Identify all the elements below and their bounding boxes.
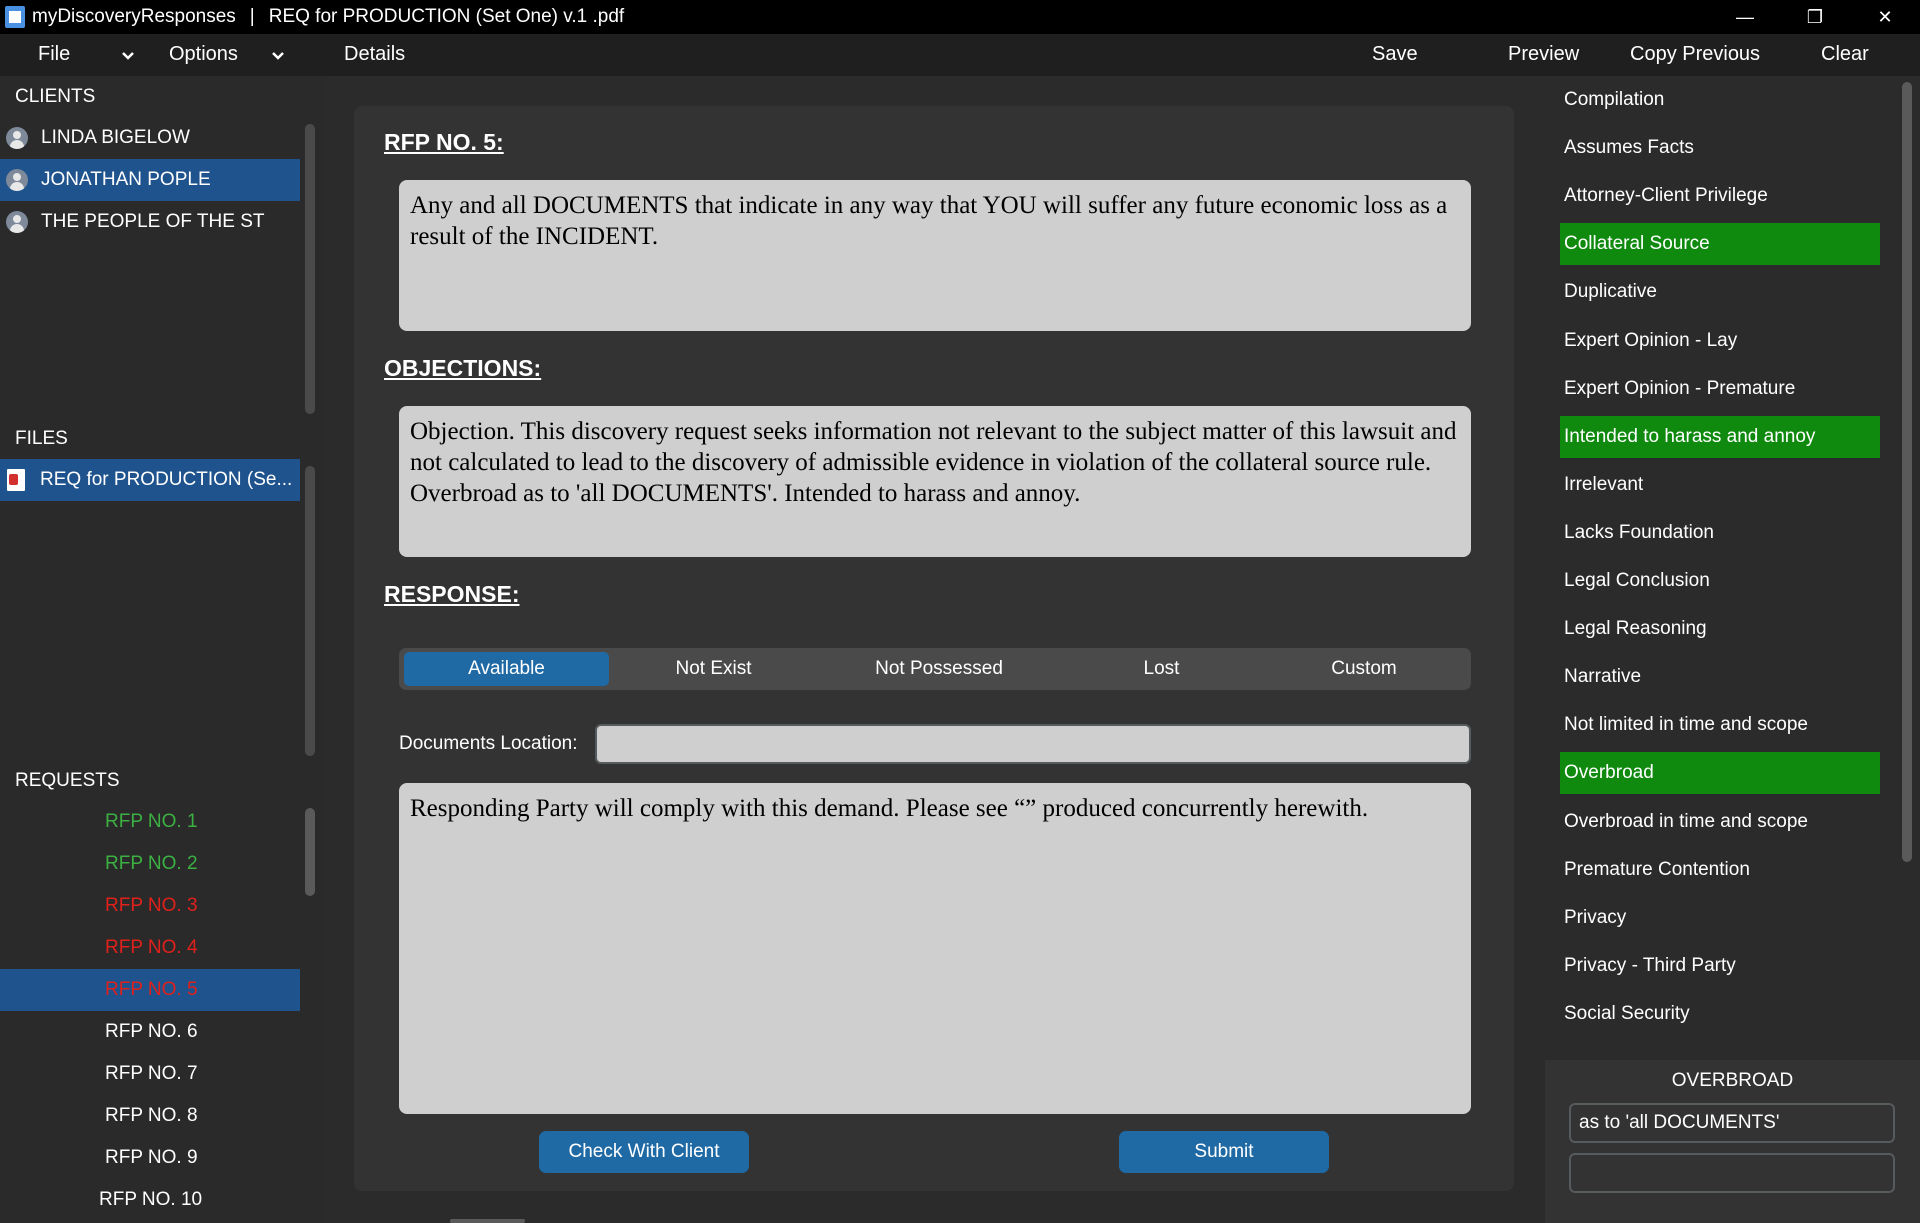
response-heading: RESPONSE:	[384, 581, 520, 607]
request-label: RFP NO. 2	[105, 853, 198, 874]
request-label: RFP NO. 9	[105, 1147, 198, 1168]
request-item[interactable]: RFP NO. 6	[0, 1011, 300, 1053]
response-type-selector: Available Not Exist Not Possessed Lost C…	[399, 648, 1471, 690]
objection-item[interactable]: Overbroad	[1560, 752, 1880, 795]
request-label: RFP NO. 3	[105, 895, 198, 916]
objection-item[interactable]: Privacy	[1560, 897, 1880, 939]
person-icon	[6, 211, 28, 233]
client-name: LINDA BIGELOW	[41, 127, 190, 148]
objection-item[interactable]: Premature Contention	[1560, 849, 1880, 891]
objection-item[interactable]: Privacy - Third Party	[1560, 945, 1880, 987]
request-label: RFP NO. 7	[105, 1063, 198, 1084]
person-icon	[6, 127, 28, 149]
objection-item[interactable]: Legal Conclusion	[1560, 560, 1880, 602]
client-item-selected[interactable]: JONATHAN POPLE	[0, 159, 300, 201]
objection-detail-input[interactable]: as to 'all DOCUMENTS'	[1569, 1103, 1895, 1143]
document-title: REQ for PRODUCTION (Set One) v.1 .pdf	[268, 6, 625, 27]
objection-item[interactable]: Expert Opinion - Premature	[1560, 368, 1880, 410]
request-item[interactable]: RFP NO. 9	[0, 1137, 300, 1179]
app-name: myDiscoveryResponses	[32, 6, 236, 27]
details-menu[interactable]: Details	[344, 43, 405, 66]
request-heading: RFP NO. 5:	[384, 129, 504, 155]
request-label: RFP NO. 8	[105, 1105, 198, 1126]
client-name: JONATHAN POPLE	[41, 169, 211, 190]
objections-scrollbar[interactable]	[1902, 82, 1912, 862]
request-item[interactable]: RFP NO. 1	[0, 801, 300, 843]
request-item[interactable]: RFP NO. 4	[0, 927, 300, 969]
app-icon	[5, 6, 25, 28]
objections-textbox[interactable]: Objection. This discovery request seeks …	[399, 406, 1471, 557]
response-option-lost[interactable]: Lost	[1064, 652, 1259, 686]
chevron-down-icon[interactable]	[268, 46, 288, 66]
check-with-client-button[interactable]: Check With Client	[539, 1131, 749, 1173]
save-button[interactable]: Save	[1372, 43, 1418, 66]
submit-button[interactable]: Submit	[1119, 1131, 1329, 1173]
title-bar: myDiscoveryResponses | REQ for PRODUCTIO…	[0, 0, 1920, 34]
objection-item[interactable]: Legal Reasoning	[1560, 608, 1880, 650]
client-name: THE PEOPLE OF THE ST	[41, 211, 265, 232]
response-textbox[interactable]: Responding Party will comply with this d…	[399, 783, 1471, 1114]
request-item[interactable]: RFP NO. 3	[0, 885, 300, 927]
file-item[interactable]: REQ for PRODUCTION (Se...	[0, 459, 300, 501]
request-item[interactable]: RFP NO. 10	[0, 1179, 300, 1221]
menu-bar: File Options Details Save Preview Copy P…	[0, 34, 1920, 76]
request-label: RFP NO. 1	[105, 811, 198, 832]
documents-location-label: Documents Location:	[399, 733, 578, 754]
files-scrollbar[interactable]	[305, 466, 315, 756]
requests-scrollbar[interactable]	[305, 808, 315, 896]
maximize-icon[interactable]: ❐	[1780, 0, 1850, 34]
objection-item[interactable]: Intended to harass and annoy	[1560, 415, 1880, 458]
request-label: RFP NO. 6	[105, 1021, 198, 1042]
response-option-not-exist[interactable]: Not Exist	[611, 652, 816, 686]
horizontal-scrollbar[interactable]	[450, 1219, 525, 1223]
objection-item[interactable]: Not limited in time and scope	[1560, 704, 1880, 746]
client-item[interactable]: LINDA BIGELOW	[0, 117, 300, 159]
objection-item[interactable]: Social Security	[1560, 993, 1880, 1035]
objection-detail-input-secondary[interactable]	[1569, 1153, 1895, 1193]
objection-item[interactable]: Lacks Foundation	[1560, 512, 1880, 554]
file-name: REQ for PRODUCTION (Se...	[40, 469, 293, 490]
request-item[interactable]: RFP NO. 2	[0, 843, 300, 885]
objection-item[interactable]: Collateral Source	[1560, 223, 1880, 266]
pdf-icon	[7, 469, 25, 491]
objection-detail-title: OVERBROAD	[1671, 1070, 1794, 1091]
objection-item[interactable]: Expert Opinion - Lay	[1560, 320, 1880, 362]
requests-title: REQUESTS	[15, 770, 120, 791]
close-icon[interactable]: ✕	[1850, 0, 1920, 34]
request-item[interactable]: RFP NO. 8	[0, 1095, 300, 1137]
objection-item[interactable]: Compilation	[1560, 79, 1880, 121]
response-option-available[interactable]: Available	[404, 652, 609, 686]
request-item[interactable]: RFP NO. 7	[0, 1053, 300, 1095]
request-label: RFP NO. 10	[99, 1189, 203, 1210]
objection-item[interactable]: Assumes Facts	[1560, 127, 1880, 169]
objection-item[interactable]: Irrelevant	[1560, 464, 1880, 506]
clients-title: CLIENTS	[15, 86, 96, 107]
client-item[interactable]: THE PEOPLE OF THE ST	[0, 201, 300, 243]
objection-item[interactable]: Duplicative	[1560, 271, 1880, 313]
response-option-not-possessed[interactable]: Not Possessed	[819, 652, 1059, 686]
objection-item[interactable]: Attorney-Client Privilege	[1560, 175, 1880, 217]
request-textbox[interactable]: Any and all DOCUMENTS that indicate in a…	[399, 180, 1471, 331]
minimize-icon[interactable]: —	[1710, 0, 1780, 34]
options-menu[interactable]: Options	[169, 43, 238, 66]
documents-location-input[interactable]	[595, 724, 1471, 764]
title-separator: |	[249, 6, 255, 27]
request-label: RFP NO. 5	[105, 979, 198, 1000]
objections-heading: OBJECTIONS:	[384, 355, 542, 381]
copy-previous-button[interactable]: Copy Previous	[1630, 43, 1760, 66]
preview-button[interactable]: Preview	[1508, 43, 1579, 66]
file-menu[interactable]: File	[38, 43, 70, 66]
chevron-down-icon[interactable]	[118, 46, 138, 66]
person-icon	[6, 169, 28, 191]
files-title: FILES	[15, 428, 68, 449]
objection-item[interactable]: Overbroad in time and scope	[1560, 801, 1880, 843]
request-item[interactable]: RFP NO. 5	[0, 969, 300, 1011]
clients-scrollbar[interactable]	[305, 124, 315, 414]
objection-item[interactable]: Narrative	[1560, 656, 1880, 698]
request-label: RFP NO. 4	[105, 937, 198, 958]
clear-button[interactable]: Clear	[1821, 43, 1869, 66]
response-option-custom[interactable]: Custom	[1264, 652, 1464, 686]
